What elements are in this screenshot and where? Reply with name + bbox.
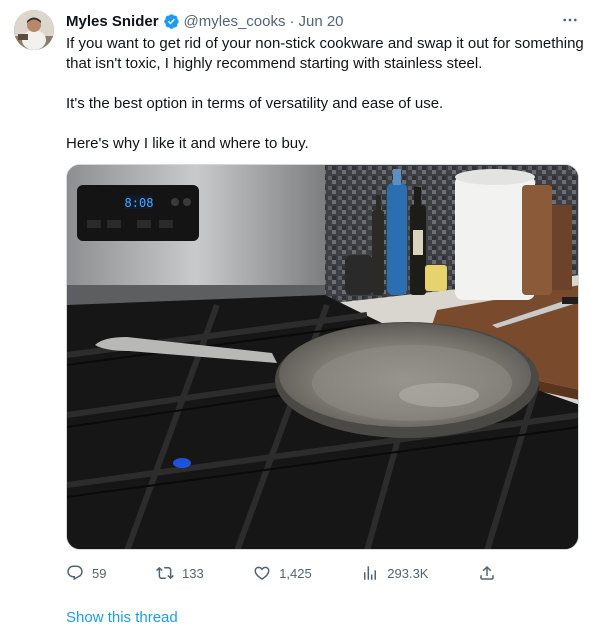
heart-icon — [254, 566, 270, 580]
show-thread-link[interactable]: Show this thread — [66, 609, 178, 626]
tweet-photo[interactable]: 8:08 — [66, 164, 579, 550]
tweet-text: If you want to get rid of your non-stick… — [66, 34, 586, 154]
analytics-bar-icon — [364, 566, 377, 580]
tweet-paragraph: If you want to get rid of your non-stick… — [66, 35, 584, 72]
tweet-actions: 59 133 1,425 293.3K — [66, 562, 496, 584]
verified-badge-icon — [163, 13, 180, 30]
reply-icon — [67, 565, 83, 581]
share-button[interactable] — [478, 564, 496, 582]
oven-clock-display: 8:08 — [125, 196, 154, 210]
share-icon — [480, 565, 494, 580]
tweet-header: Myles Snider @myles_cooks · Jun 20 — [66, 11, 344, 31]
retweet-count: 133 — [181, 565, 204, 581]
separator-dot: · — [289, 12, 295, 30]
like-button[interactable]: 1,425 — [253, 564, 312, 582]
retweet-button[interactable]: 133 — [156, 564, 204, 582]
avatar[interactable] — [14, 10, 54, 50]
views-button[interactable]: 293.3K — [361, 564, 428, 582]
avatar-image — [14, 10, 54, 50]
tweet-paragraph: It's the best option in terms of versati… — [66, 95, 444, 112]
author-handle[interactable]: @myles_cooks — [184, 13, 286, 30]
like-count: 1,425 — [279, 565, 312, 581]
retweet-icon — [156, 566, 174, 580]
author-name[interactable]: Myles Snider — [66, 13, 159, 30]
tweet-date[interactable]: Jun 20 — [298, 13, 343, 30]
tweet-paragraph: Here's why I like it and where to buy. — [66, 135, 309, 152]
tweet: Myles Snider @myles_cooks · Jun 20 If yo… — [0, 0, 595, 630]
reply-count: 59 — [92, 565, 107, 581]
reply-button[interactable]: 59 — [66, 564, 106, 582]
view-count: 293.3K — [387, 565, 429, 581]
stainless-pan-on-stove-image: 8:08 — [67, 165, 578, 549]
more-horizontal-icon[interactable] — [559, 10, 581, 30]
